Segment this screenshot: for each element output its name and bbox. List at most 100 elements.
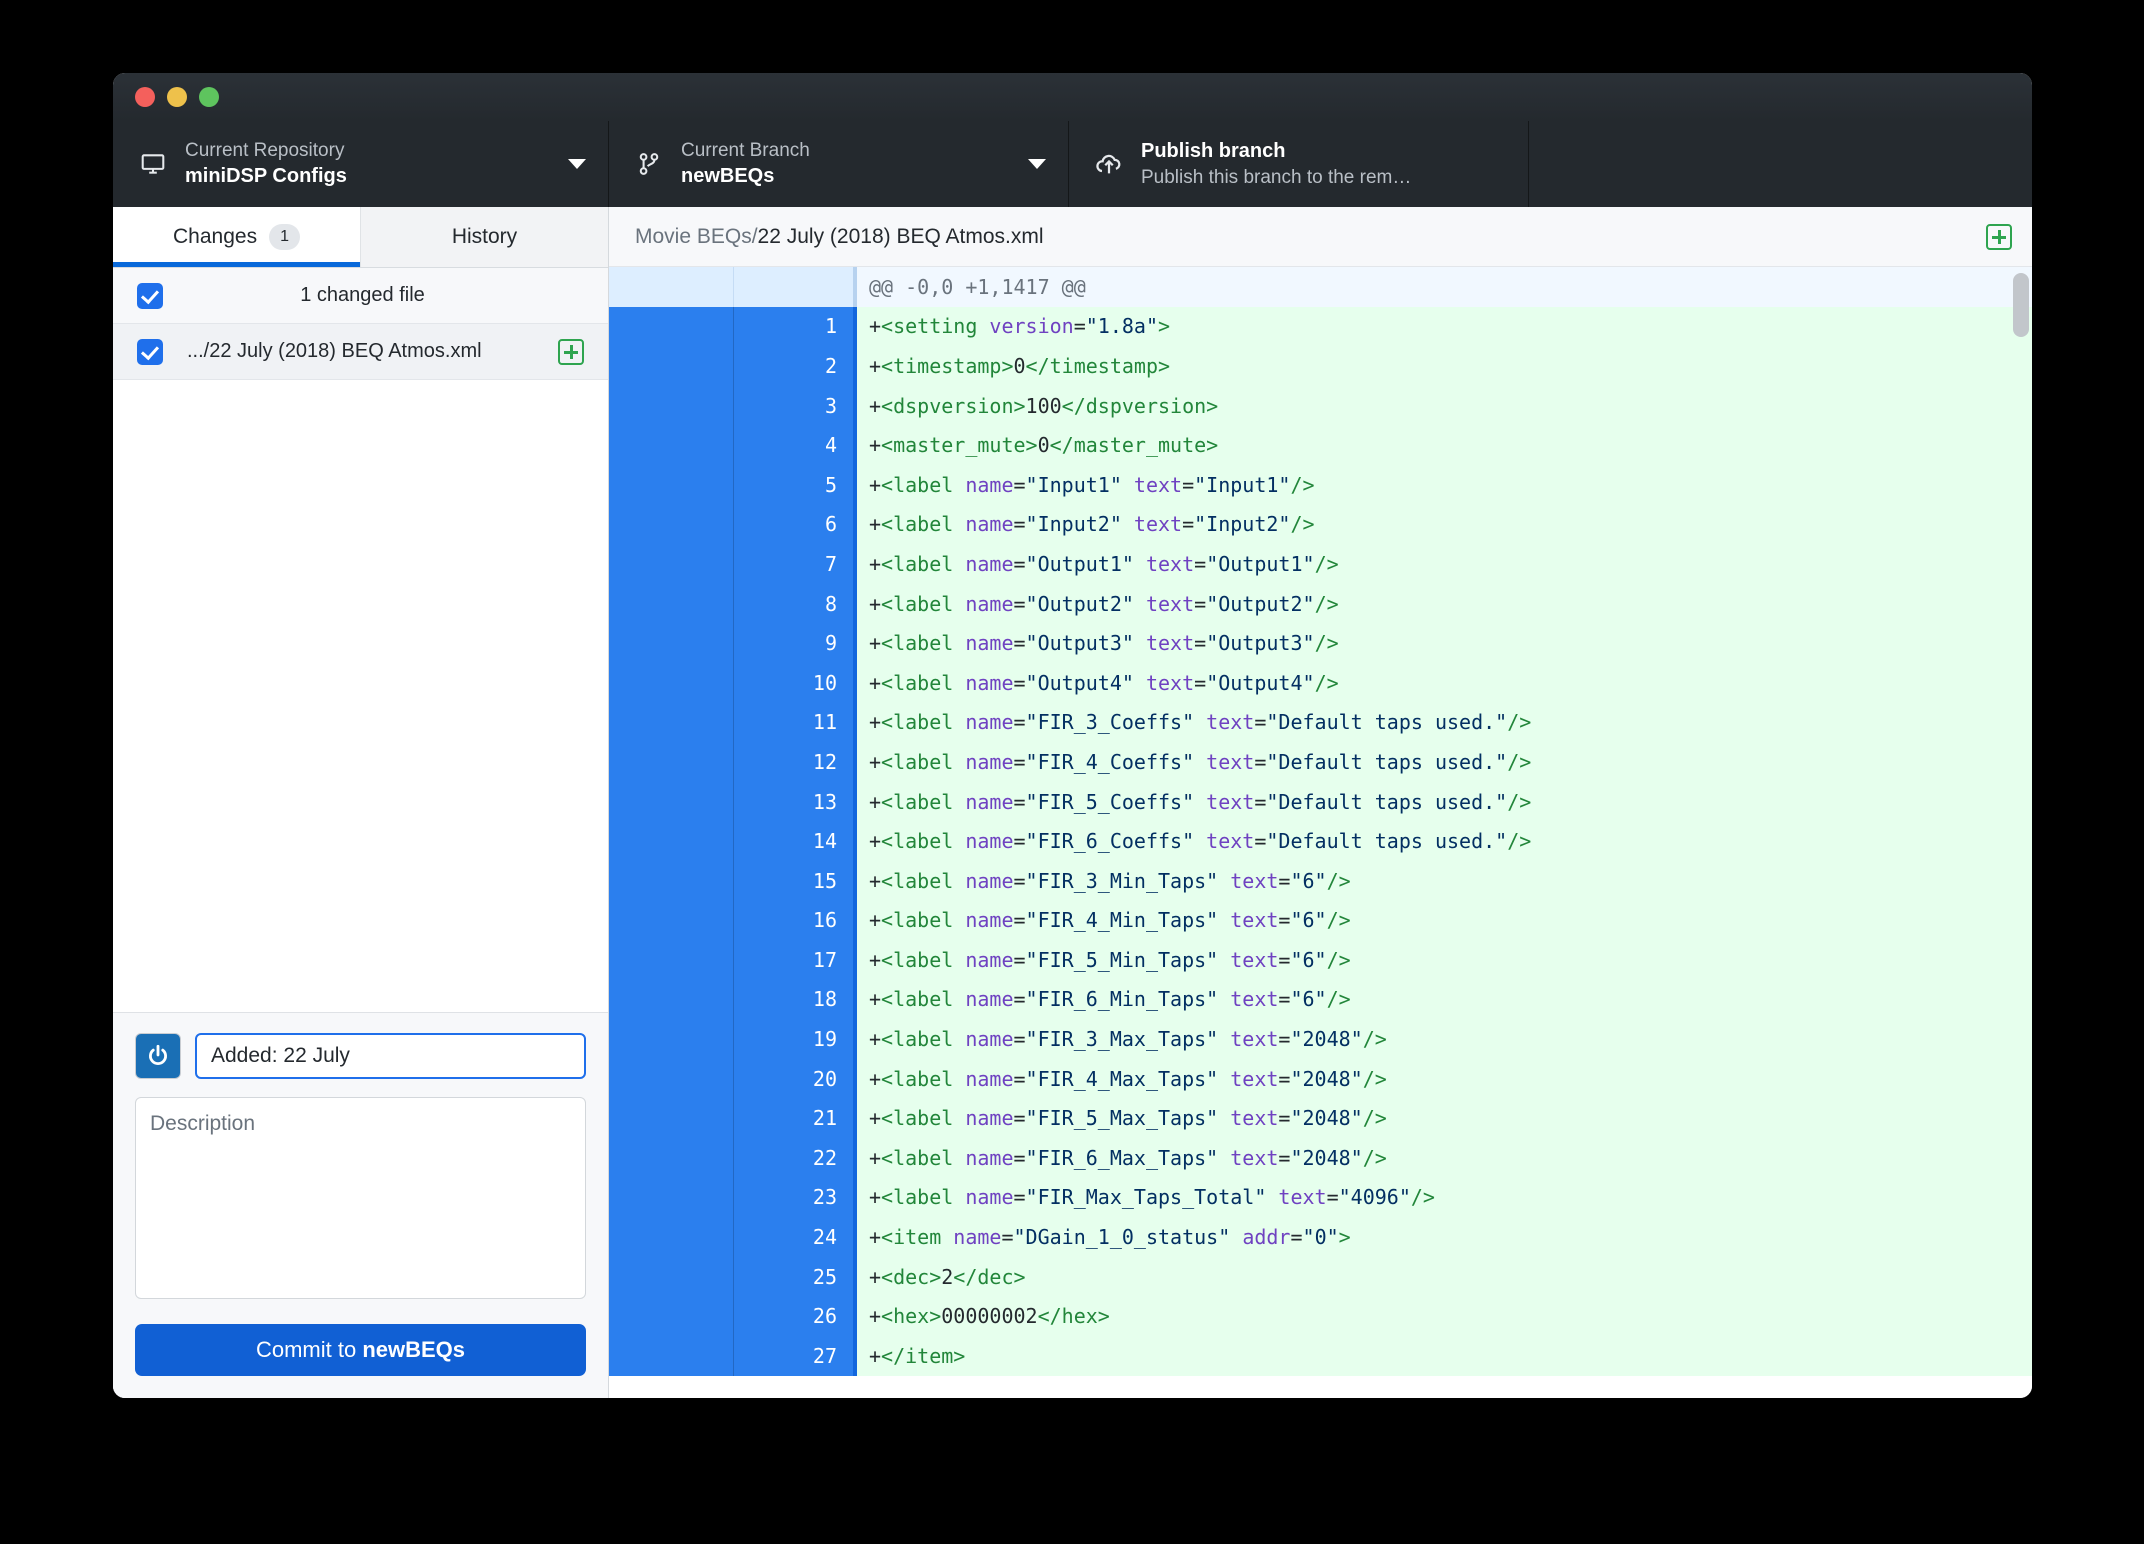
code-token: <label xyxy=(881,749,954,774)
diff-line-number-new: 10 xyxy=(733,662,857,703)
code-token: = xyxy=(1013,591,1026,616)
current-repository-button[interactable]: Current Repository miniDSP Configs xyxy=(113,121,609,207)
code-token: = xyxy=(1013,1027,1026,1052)
commit-description-input[interactable] xyxy=(135,1097,586,1299)
diff-line[interactable]: 15 + <label name = "FIR_3_Min_Taps" text = "6… xyxy=(609,860,2032,901)
diff-line-text: + <label name = "FIR_6_Coeffs" text = "Defau… xyxy=(857,821,2032,861)
file-include-checkbox[interactable] xyxy=(137,338,163,365)
list-item[interactable]: .../22 July (2018) BEQ Atmos.xml xyxy=(113,324,608,380)
diff-line[interactable]: 20 + <label name = "FIR_4_Max_Taps" text = "2… xyxy=(609,1058,2032,1099)
avatar xyxy=(135,1033,181,1079)
diff-line[interactable]: 6 + <label name = "Input2" text = "Input2"/> xyxy=(609,504,2032,545)
diff-line[interactable]: 10 + <label name = "Output4" text = "Output4"… xyxy=(609,662,2032,703)
diff-line[interactable]: 4 + <master_mute> 0 </master_mute> xyxy=(609,425,2032,465)
code-token: = xyxy=(1013,987,1026,1012)
code-token: </dspversion> xyxy=(1061,393,1219,418)
diff-line[interactable]: 1 + <setting version = "1.8a" > xyxy=(609,306,2032,347)
code-token: "2048" xyxy=(1290,1027,1363,1052)
diff-line[interactable]: 8 + <label name = "Output2" text = "Output2" /… xyxy=(609,583,2032,624)
diff-line[interactable]: 19 + <label name = "FIR_3_Max_Taps" text = "2… xyxy=(609,1019,2032,1059)
code-token: "Input1" xyxy=(1025,472,1122,497)
changes-sidebar: Changes 1 History 1 changed file .../22 … xyxy=(113,207,609,1398)
traffic-light-controls xyxy=(135,87,219,107)
publish-branch-button[interactable]: Publish branch Publish this branch to th… xyxy=(1069,121,1529,207)
diff-line[interactable]: 16 + <label name = "FIR_4_Min_Taps" text = "6… xyxy=(609,900,2032,941)
code-token: "6" xyxy=(1290,908,1327,933)
select-all-files-checkbox[interactable] xyxy=(137,282,163,309)
diff-line-text: + <label name = "FIR_3_Coeffs" text = "Defau… xyxy=(857,702,2032,743)
publish-branch-subtitle: Publish this branch to the rem… xyxy=(1141,166,1412,188)
diff-line[interactable]: 18 + <label name = "FIR_6_Min_Taps" text = "6… xyxy=(609,979,2032,1020)
diff-line-text: + <label name = "FIR_Max_Taps_Total" text =… xyxy=(857,1177,2032,1218)
diff-line-number-old xyxy=(609,1138,733,1178)
diff-line[interactable]: 3 + <dspversion> 100 </dspversion> xyxy=(609,385,2032,426)
code-token: /> xyxy=(1314,670,1339,695)
code-token: name xyxy=(965,472,1014,497)
code-token: /> xyxy=(1362,1027,1387,1052)
diff-line-number-new: 13 xyxy=(733,781,857,822)
diff-content[interactable]: @@ -0,0 +1,1417 @@ 1 + <setting version = "1… xyxy=(609,267,2032,1398)
desktop-monitor-icon xyxy=(135,151,171,177)
code-token: addr xyxy=(1242,1225,1291,1250)
code-token: <label xyxy=(881,1106,954,1131)
code-token: = xyxy=(1013,631,1026,656)
plus-box-icon[interactable] xyxy=(1986,223,2012,250)
code-token: "FIR_6_Min_Taps" xyxy=(1025,987,1219,1012)
code-token: <label xyxy=(881,591,954,616)
code-token: /> xyxy=(1507,829,1532,854)
diff-line[interactable]: 26 + <hex> 00000002 </hex> xyxy=(609,1296,2032,1337)
diff-line[interactable]: 17 + <label name = "FIR_5_Min_Taps" text = "6… xyxy=(609,940,2032,980)
diff-line-number-old xyxy=(609,346,733,386)
code-token: "Output4" xyxy=(1206,670,1315,695)
code-token: = xyxy=(1013,829,1026,854)
code-token: = xyxy=(1013,1185,1026,1210)
diff-line[interactable]: 12 + <label name = "FIR_4_Coeffs" text = "Def… xyxy=(609,742,2032,782)
commit-summary-input[interactable] xyxy=(195,1033,586,1079)
diff-line[interactable]: 7 + <label name = "Output1" text = "Output1" /… xyxy=(609,544,2032,584)
code-token: <label xyxy=(881,1185,954,1210)
diff-line[interactable]: 2 + <timestamp> 0 </timestamp> xyxy=(609,346,2032,386)
zoom-window-button[interactable] xyxy=(199,87,219,107)
close-window-button[interactable] xyxy=(135,87,155,107)
diff-line[interactable]: 24 + <item name = "DGain_1_0_status" addr = "… xyxy=(609,1217,2032,1257)
diff-line-marker: + xyxy=(869,393,882,418)
tab-history[interactable]: History xyxy=(360,207,608,267)
diff-vertical-scrollbar[interactable] xyxy=(2013,273,2029,337)
code-token: name xyxy=(965,749,1014,774)
code-token: text xyxy=(1230,1145,1279,1170)
diff-line[interactable]: 14 + <label name = "FIR_6_Coeffs" text = "Def… xyxy=(609,821,2032,861)
diff-line[interactable]: 5 + <label name = "Input1" text = "Input1"/> xyxy=(609,464,2032,505)
current-branch-button[interactable]: Current Branch newBEQs xyxy=(609,121,1069,207)
diff-line-text: + <label name = "Output1" text = "Output1"/> xyxy=(857,544,2032,584)
code-token: = xyxy=(1013,947,1026,972)
commit-button[interactable]: Commit to newBEQs xyxy=(135,1324,586,1376)
diff-line[interactable]: 21 + <label name = "FIR_5_Max_Taps" text = "2… xyxy=(609,1098,2032,1139)
code-token: "FIR_3_Coeffs" xyxy=(1025,710,1195,735)
diff-line-number-new: 18 xyxy=(733,979,857,1020)
diff-line[interactable]: 27 + </item> xyxy=(609,1336,2032,1376)
breadcrumb: Movie BEQs/22 July (2018) BEQ Atmos.xml xyxy=(635,225,1986,249)
diff-line[interactable]: 23 + <label name = "FIR_Max_Taps_Total" tex… xyxy=(609,1177,2032,1218)
diff-line[interactable]: 22 + <label name = "FIR_6_Max_Taps" text = "2… xyxy=(609,1138,2032,1178)
diff-line-number-new: 15 xyxy=(733,860,857,901)
diff-line-number-old xyxy=(609,425,733,465)
code-token: = xyxy=(1013,908,1026,933)
diff-line-marker: + xyxy=(869,947,882,972)
diff-line[interactable]: 13 + <label name = "FIR_5_Coeffs" text = "Def… xyxy=(609,781,2032,822)
tab-changes[interactable]: Changes 1 xyxy=(113,207,360,267)
diff-line-text: + <label name = "FIR_4_Max_Taps" text = "204… xyxy=(857,1058,2032,1099)
diff-line[interactable]: 11 + <label name = "FIR_3_Coeffs" text = "Def… xyxy=(609,702,2032,743)
diff-line-text: + <label name = "Output4" text = "Output4"/> xyxy=(857,662,2032,703)
code-token: "FIR_5_Coeffs" xyxy=(1025,789,1195,814)
code-token: "6" xyxy=(1290,987,1327,1012)
diff-line[interactable]: 9 + <label name = "Output3" text = "Output3" /… xyxy=(609,623,2032,663)
diff-header: Movie BEQs/22 July (2018) BEQ Atmos.xml xyxy=(609,207,2032,267)
window-titlebar xyxy=(113,73,2032,121)
minimize-window-button[interactable] xyxy=(167,87,187,107)
diff-line[interactable]: 25 + <dec> 2 </dec> xyxy=(609,1256,2032,1297)
